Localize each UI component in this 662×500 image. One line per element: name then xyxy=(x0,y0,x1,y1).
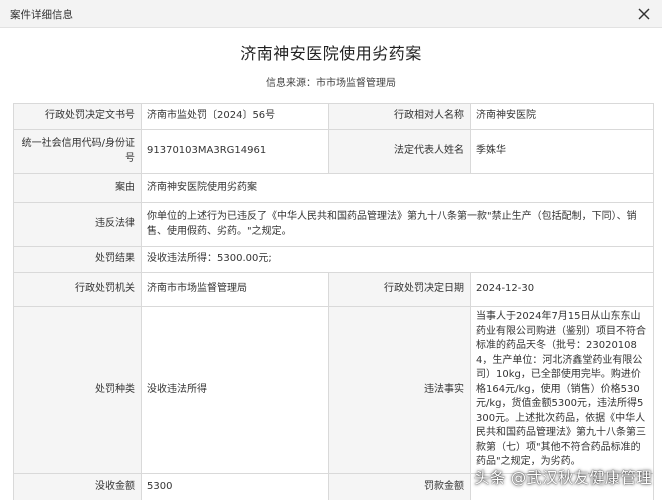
value-penalty-type: 没收违法所得 xyxy=(141,306,329,474)
case-info-table: 行政处罚决定文书号 济南市监处罚〔2024〕56号 行政相对人名称 济南神安医院… xyxy=(13,103,654,500)
label-decision-number: 行政处罚决定文书号 xyxy=(13,103,142,130)
value-case-cause: 济南神安医院使用劣药案 xyxy=(141,173,654,203)
label-case-cause: 案由 xyxy=(13,173,142,203)
table-row: 处罚结果 没收违法所得：5300.00元; xyxy=(13,246,654,273)
watermark: 头条 @武汉秋友健康管理 xyxy=(474,469,652,487)
label-violated-law: 违反法律 xyxy=(13,202,142,247)
label-penalty-authority: 行政处罚机关 xyxy=(13,272,142,307)
value-penalty-result: 没收违法所得：5300.00元; xyxy=(141,246,654,273)
value-credit-code: 91370103MA3RG14961 xyxy=(141,129,329,174)
value-decision-number: 济南市监处罚〔2024〕56号 xyxy=(141,103,329,130)
value-confiscation-amount: 5300 xyxy=(141,472,329,500)
label-illegal-facts: 违法事实 xyxy=(328,306,471,474)
value-illegal-facts: 当事人于2024年7月15日从山东东山药业有限公司购进（鉴别）项目不符合标准的药… xyxy=(470,306,654,474)
label-penalty-type: 处罚种类 xyxy=(13,306,142,474)
table-row: 处罚种类 没收违法所得 违法事实 当事人于2024年7月15日从山东东山药业有限… xyxy=(13,306,654,474)
table-row: 违反法律 你单位的上述行为已违反了《中华人民共和国药品管理法》第九十八条第一款"… xyxy=(13,202,654,247)
table-row: 行政处罚决定文书号 济南市监处罚〔2024〕56号 行政相对人名称 济南神安医院 xyxy=(13,103,654,130)
window-title: 案件详细信息 xyxy=(10,9,73,21)
value-party-name: 济南神安医院 xyxy=(470,103,654,130)
label-decision-date: 行政处罚决定日期 xyxy=(328,272,471,307)
label-confiscation-amount: 没收金额 xyxy=(13,472,142,500)
window-titlebar: 案件详细信息 xyxy=(0,0,662,28)
info-source: 信息来源：市市场监督管理局 xyxy=(266,78,396,89)
table-row: 行政处罚机关 济南市市场监督管理局 行政处罚决定日期 2024-12-30 xyxy=(13,272,654,307)
label-credit-code: 统一社会信用代码/身份证号 xyxy=(13,129,142,174)
value-decision-date: 2024-12-30 xyxy=(470,272,654,307)
value-violated-law: 你单位的上述行为已违反了《中华人民共和国药品管理法》第九十八条第一款"禁止生产（… xyxy=(141,202,654,247)
label-fine-amount: 罚款金额 xyxy=(328,472,471,500)
label-penalty-result: 处罚结果 xyxy=(13,246,142,273)
page-title: 济南神安医院使用劣药案 xyxy=(240,44,422,63)
value-legal-representative: 季姝华 xyxy=(470,129,654,174)
value-penalty-authority: 济南市市场监督管理局 xyxy=(141,272,329,307)
label-party-name: 行政相对人名称 xyxy=(328,103,471,130)
label-legal-representative: 法定代表人姓名 xyxy=(328,129,471,174)
close-icon[interactable] xyxy=(634,4,654,24)
table-row: 统一社会信用代码/身份证号 91370103MA3RG14961 法定代表人姓名… xyxy=(13,129,654,174)
table-row: 案由 济南神安医院使用劣药案 xyxy=(13,173,654,203)
